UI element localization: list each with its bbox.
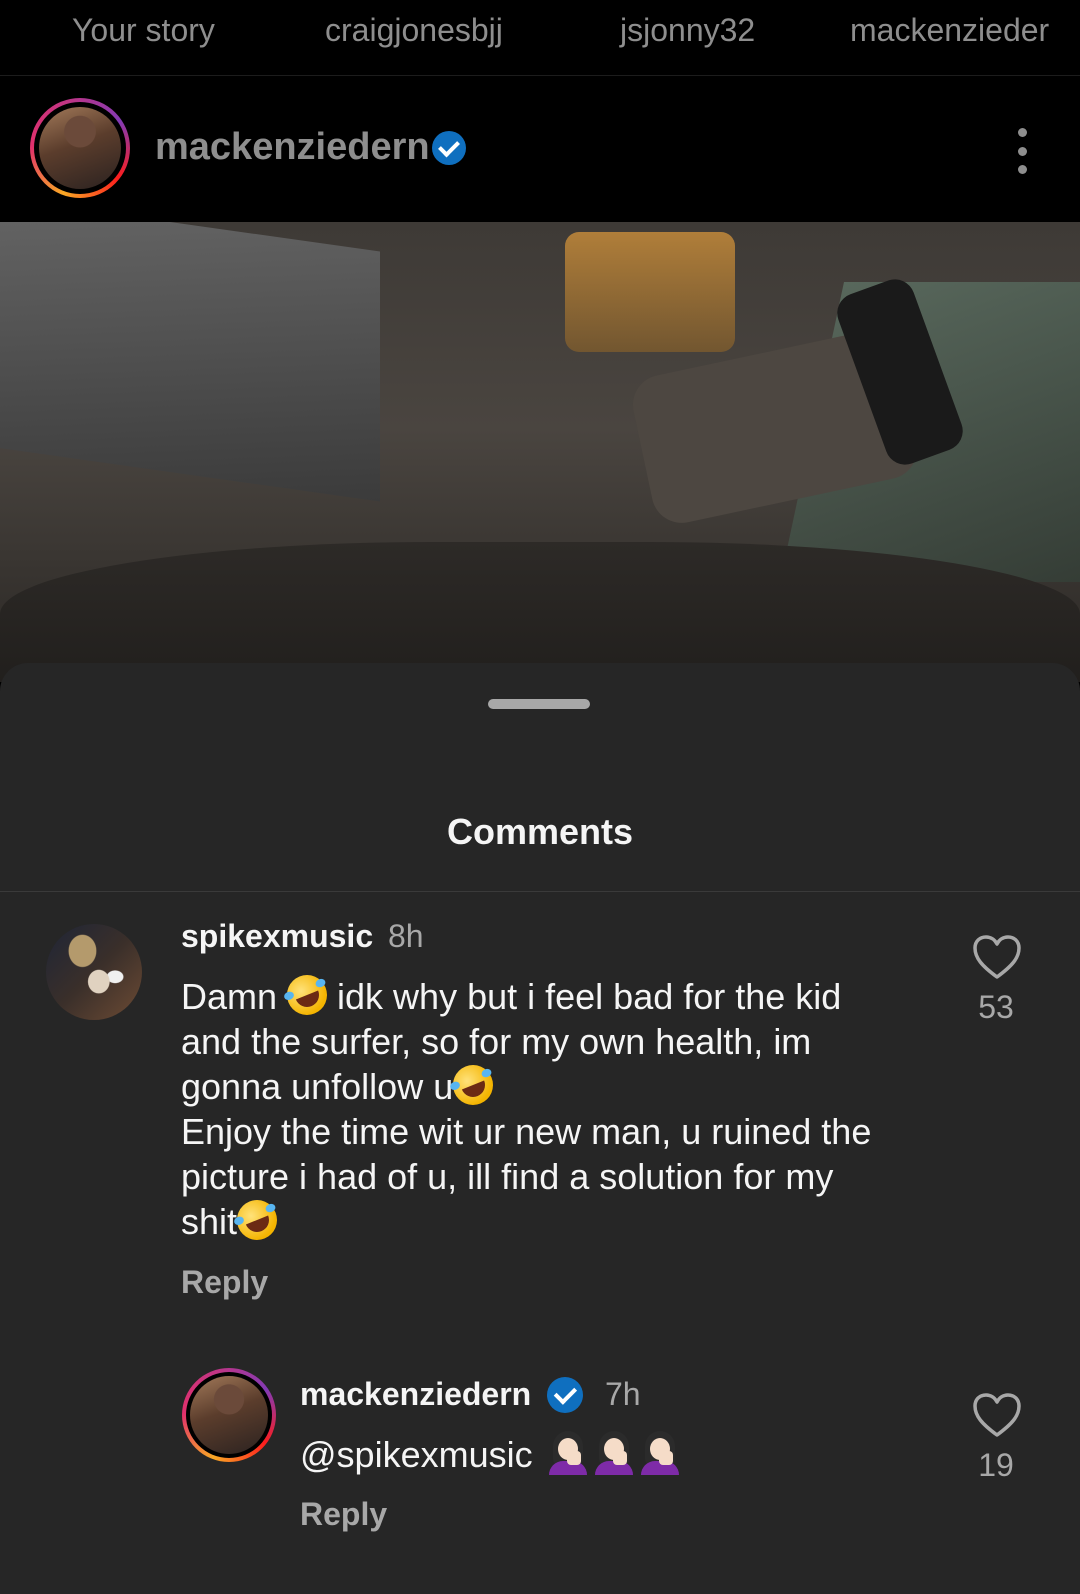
reply-button[interactable]: Reply	[300, 1496, 387, 1533]
story-bar: Your story craigjonesbjj jsjonny32 macke…	[0, 0, 1080, 76]
woman-facepalming-emoji-icon	[593, 1431, 635, 1475]
post-author-avatar[interactable]	[30, 98, 130, 198]
comment-time: 7h	[605, 1376, 641, 1412]
commenter-avatar[interactable]	[46, 924, 142, 1020]
sheet-drag-handle[interactable]	[488, 699, 590, 709]
comment-username[interactable]: spikexmusic	[181, 918, 373, 955]
reply-author-avatar[interactable]	[182, 1368, 276, 1462]
woman-facepalming-emoji-icon	[639, 1431, 681, 1475]
divider	[0, 891, 1080, 892]
heart-icon[interactable]	[972, 1392, 1022, 1438]
story-tab-mackenzieder[interactable]: mackenzieder	[850, 12, 1049, 49]
post-author-username[interactable]: mackenziedern	[155, 126, 430, 169]
woman-facepalming-emoji-icon	[547, 1431, 589, 1475]
story-tab-jsjonny32[interactable]: jsjonny32	[620, 12, 755, 49]
comment-username[interactable]: mackenziedern	[300, 1376, 531, 1413]
more-vertical-icon[interactable]	[1016, 128, 1028, 174]
like-count: 19	[978, 1447, 1014, 1483]
comments-sheet: Comments spikexmusic 8h Damn idk why but…	[0, 663, 1080, 1594]
laughing-emoji-icon	[230, 1193, 284, 1247]
laughing-emoji-icon	[280, 968, 334, 1022]
heart-icon[interactable]	[972, 934, 1022, 980]
post-header: mackenziedern	[0, 76, 1080, 222]
verified-badge-icon	[547, 1377, 583, 1413]
story-tab-craigjonesbjj[interactable]: craigjonesbjj	[325, 12, 503, 49]
avatar-photo	[39, 107, 121, 189]
mention-link[interactable]: @spikexmusic	[300, 1434, 543, 1475]
comments-title: Comments	[446, 811, 634, 852]
comment-time: 8h	[388, 918, 424, 954]
comment-text: @spikexmusic	[300, 1431, 900, 1477]
reply-button[interactable]: Reply	[181, 1264, 268, 1301]
laughing-emoji-icon	[447, 1058, 500, 1112]
comment-text: Damn idk why but i feel bad for the kid …	[181, 968, 931, 1247]
like-count: 53	[978, 989, 1014, 1025]
verified-badge-icon	[432, 131, 466, 165]
post-media-video[interactable]	[0, 222, 1080, 682]
avatar-photo	[190, 1376, 268, 1454]
story-tab-your-story[interactable]: Your story	[72, 12, 215, 49]
